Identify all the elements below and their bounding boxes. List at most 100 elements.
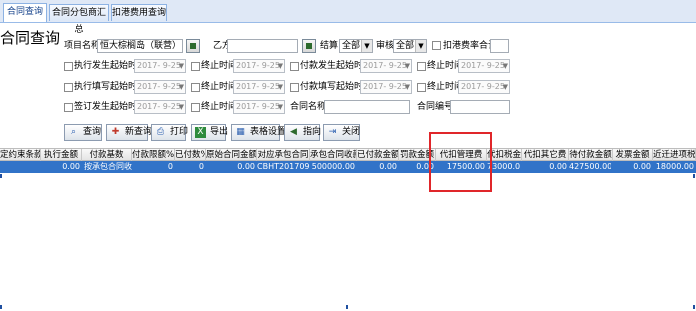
chevron-down-icon: ▼ bbox=[277, 62, 283, 70]
tab-subcontractor-summary[interactable]: 合同分包商汇总 bbox=[49, 4, 109, 35]
table-cell: 0.00 bbox=[379, 162, 397, 171]
export-button[interactable]: X 导出 bbox=[191, 124, 229, 141]
pay-fill-start-checkbox[interactable] bbox=[290, 83, 299, 92]
deduct-rate-checkbox[interactable] bbox=[432, 41, 441, 50]
table-cell: 500000.00 bbox=[311, 162, 355, 171]
audit-value: 全部 bbox=[396, 41, 415, 51]
table-cell bbox=[0, 161, 41, 173]
project-label: 项目名称 bbox=[64, 41, 101, 51]
exec-fill-start-checkbox[interactable] bbox=[64, 83, 73, 92]
column-header[interactable]: 定约束条款 bbox=[0, 149, 41, 161]
sign-end-checkbox[interactable] bbox=[191, 103, 200, 112]
column-header[interactable]: 待付款金额 bbox=[569, 149, 613, 161]
contract-no-input[interactable] bbox=[450, 100, 510, 114]
date-value: 2017- 9-25 bbox=[461, 61, 505, 70]
table-cell: 0.00 bbox=[549, 162, 567, 171]
tab-bar: 合同查询 合同分包商汇总 扣港费用查询 bbox=[0, 0, 696, 35]
column-header[interactable]: 代扣税金 bbox=[487, 149, 522, 161]
column-header[interactable]: 付款基数 bbox=[82, 149, 132, 161]
settle-select[interactable]: 全部 ▼ bbox=[339, 39, 373, 53]
project-input[interactable]: 恒大棕榈岛（联营） bbox=[97, 39, 183, 53]
column-header[interactable]: 付款限额% bbox=[132, 149, 175, 161]
chevron-down-icon: ▼ bbox=[178, 83, 184, 91]
column-header[interactable]: 已付款金额 bbox=[357, 149, 399, 161]
column-header[interactable]: 近迁进项税 bbox=[653, 149, 696, 161]
resize-handle bbox=[693, 174, 695, 178]
date-value: 2017- 9-25 bbox=[236, 102, 280, 111]
query-button[interactable]: ⌕ 查询 bbox=[64, 124, 102, 141]
deduct-rate-input[interactable] bbox=[490, 39, 509, 53]
exec-fill-end-checkbox[interactable] bbox=[191, 83, 200, 92]
column-header[interactable]: 对应承包合同 bbox=[257, 149, 310, 161]
grid-header: 定约束条款 执行金额 付款基数 付款限额% 已付数% 原始合同金额 对应承包合同… bbox=[0, 148, 696, 161]
sign-start-date[interactable]: 2017- 9-25 ▼ bbox=[134, 100, 186, 114]
exec-end-checkbox[interactable] bbox=[191, 62, 200, 71]
page-title: 合同查询 bbox=[0, 29, 61, 47]
table-row[interactable]: 0.00 按承包合同收 0 0 0.00 CBHT2017091501 5000… bbox=[0, 161, 696, 173]
sign-end-date[interactable]: 2017- 9-25 ▼ bbox=[233, 100, 285, 114]
audit-label: 审核 bbox=[376, 41, 395, 51]
pay-end-checkbox[interactable] bbox=[417, 62, 426, 71]
date-value: 2017- 9-25 bbox=[363, 82, 407, 91]
chevron-down-icon: ▼ bbox=[502, 62, 508, 70]
contract-name-label: 合同名称 bbox=[290, 102, 327, 112]
chevron-down-icon: ▼ bbox=[178, 103, 184, 111]
pay-start-checkbox[interactable] bbox=[290, 62, 299, 71]
audit-select[interactable]: 全部 ▼ bbox=[393, 39, 427, 53]
exec-start-date[interactable]: 2017- 9-25 ▼ bbox=[134, 59, 186, 73]
locate-button[interactable]: ◀ 指向 bbox=[284, 124, 322, 141]
resize-handle bbox=[346, 305, 348, 309]
contract-name-input[interactable] bbox=[324, 100, 410, 114]
table-cell: 0.00 bbox=[237, 162, 255, 171]
resize-handle bbox=[693, 305, 695, 309]
exec-end-label: 终止时间 bbox=[201, 61, 238, 71]
resize-handle bbox=[0, 305, 2, 309]
exec-fill-start-date[interactable]: 2017- 9-25 ▼ bbox=[134, 80, 186, 94]
pay-fill-end-date[interactable]: 2017- 9-25 ▼ bbox=[458, 80, 510, 94]
exec-fill-end-date[interactable]: 2017- 9-25 ▼ bbox=[233, 80, 285, 94]
column-header[interactable]: 承包合同收款 bbox=[310, 149, 357, 161]
tab-deduction-query[interactable]: 扣港费用查询 bbox=[111, 4, 167, 21]
exec-end-date[interactable]: 2017- 9-25 ▼ bbox=[233, 59, 285, 73]
contract-no-label: 合同编号 bbox=[417, 102, 454, 112]
pay-fill-end-checkbox[interactable] bbox=[417, 83, 426, 92]
new-query-icon: ✚ bbox=[111, 127, 120, 137]
exec-start-checkbox[interactable] bbox=[64, 62, 73, 71]
column-header[interactable]: 执行金额 bbox=[41, 149, 82, 161]
exit-icon: ⇥ bbox=[328, 127, 337, 137]
locate-label: 指向 bbox=[303, 127, 322, 137]
date-value: 2017- 9-25 bbox=[236, 61, 280, 70]
tab-contract-query[interactable]: 合同查询 bbox=[3, 3, 47, 22]
excel-icon: X bbox=[195, 127, 206, 138]
chevron-down-icon: ▼ bbox=[361, 40, 372, 52]
date-value: 2017- 9-25 bbox=[137, 102, 181, 111]
export-label: 导出 bbox=[210, 127, 229, 137]
table-cell: 0.00 bbox=[62, 162, 80, 171]
party-b-input[interactable] bbox=[227, 39, 298, 53]
project-picker-icon[interactable] bbox=[186, 39, 200, 53]
table-settings-icon: ▦ bbox=[236, 127, 245, 137]
column-header[interactable]: 原始合同金额 bbox=[206, 149, 257, 161]
resize-handle bbox=[0, 174, 2, 178]
pay-end-date[interactable]: 2017- 9-25 ▼ bbox=[458, 59, 510, 73]
date-value: 2017- 9-25 bbox=[236, 82, 280, 91]
table-settings-button[interactable]: ▦ 表格设置 bbox=[231, 124, 286, 141]
new-query-button[interactable]: ✚ 新查询 bbox=[106, 124, 152, 141]
column-header[interactable]: 代扣其它费 bbox=[522, 149, 569, 161]
column-header[interactable]: 发票金额 bbox=[613, 149, 653, 161]
pay-fill-start-date[interactable]: 2017- 9-25 ▼ bbox=[360, 80, 412, 94]
highlight-box bbox=[429, 132, 492, 192]
pay-start-date[interactable]: 2017- 9-25 ▼ bbox=[360, 59, 412, 73]
date-value: 2017- 9-25 bbox=[137, 82, 181, 91]
locate-icon: ◀ bbox=[290, 127, 297, 137]
close-label: 关闭 bbox=[342, 127, 361, 137]
table-settings-label: 表格设置 bbox=[250, 127, 287, 137]
party-b-picker-icon[interactable] bbox=[302, 39, 316, 53]
date-value: 2017- 9-25 bbox=[461, 82, 505, 91]
print-button[interactable]: ⎙ 打印 bbox=[151, 124, 188, 141]
table-cell: 427500.00 bbox=[569, 162, 611, 171]
new-query-label: 新查询 bbox=[125, 127, 153, 137]
close-button[interactable]: ⇥ 关闭 bbox=[323, 124, 360, 141]
column-header[interactable]: 已付数% bbox=[175, 149, 206, 161]
sign-start-checkbox[interactable] bbox=[64, 103, 73, 112]
